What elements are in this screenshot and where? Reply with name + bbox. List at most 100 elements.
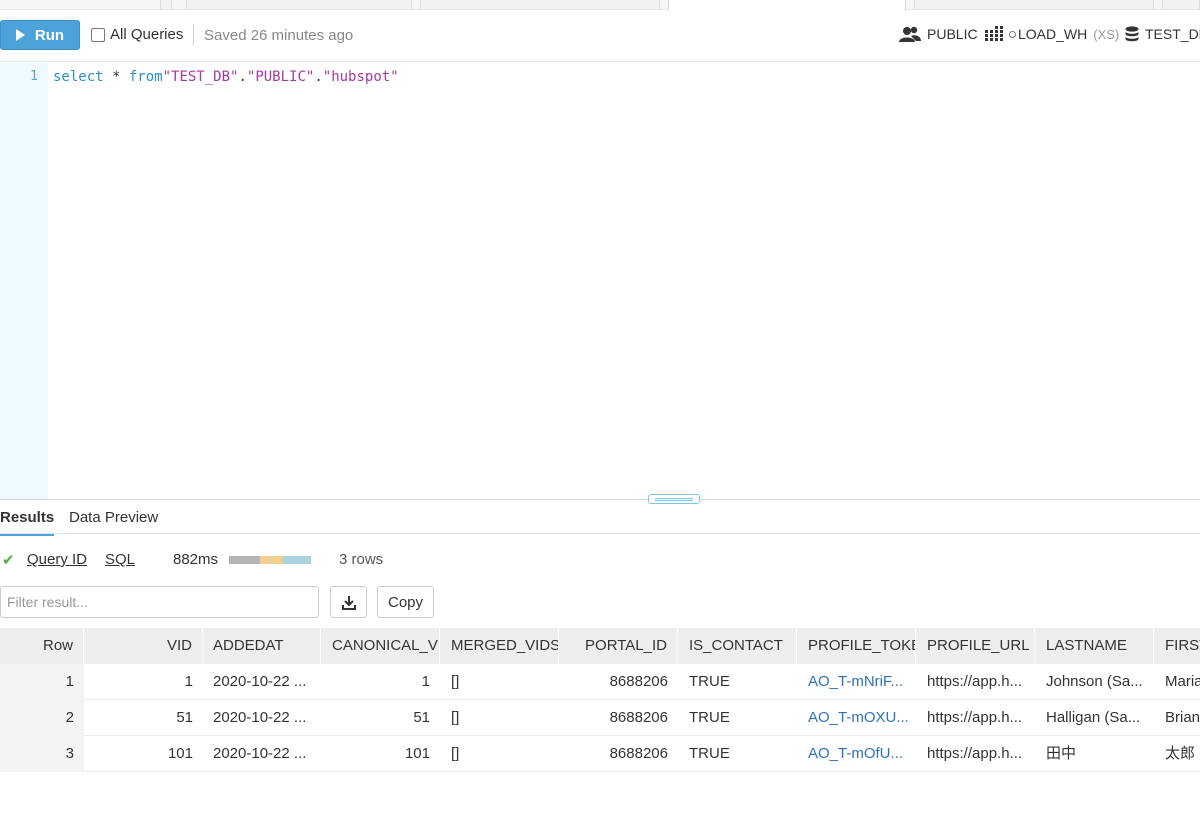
cell-first[interactable]: Maria xyxy=(1155,664,1200,700)
role-selector[interactable]: PUBLIC xyxy=(899,26,978,42)
column-header-is-contact[interactable]: IS_CONTACT xyxy=(679,628,797,664)
run-button[interactable]: Run xyxy=(0,20,80,50)
keyword-from: from xyxy=(128,69,163,85)
all-queries-label: All Queries xyxy=(110,26,184,43)
cell-row[interactable]: 2 xyxy=(0,700,84,736)
cell-profile-token[interactable]: AO_T-mNriF... xyxy=(798,664,916,700)
all-queries-toggle[interactable]: All Queries xyxy=(91,26,183,43)
tab-data-preview[interactable]: Data Preview xyxy=(69,509,158,526)
dot-separator: . xyxy=(238,69,247,85)
column-header-profile-url[interactable]: PROFILE_URL xyxy=(917,628,1035,664)
cell-lastname[interactable]: Halligan (Sa... xyxy=(1036,700,1154,736)
duration-bar-segment xyxy=(260,556,283,564)
download-button[interactable] xyxy=(330,586,367,618)
worksheet-tab[interactable] xyxy=(186,0,412,9)
duration-bar-segment xyxy=(229,556,260,564)
table-row[interactable]: 2 51 2020-10-22 ... 51[] 8688206 TRUE AO_T-mOX… xyxy=(0,700,1200,736)
cell-portal-id[interactable]: 8688206 xyxy=(560,736,678,772)
cell-addedat[interactable]: 2020-10-22 ... xyxy=(203,736,321,772)
cell-vid[interactable]: 101 xyxy=(85,736,203,772)
database-label: TEST_DE xyxy=(1145,26,1200,42)
cell-vid[interactable]: 1 xyxy=(85,664,203,700)
code-line[interactable]: select * from"TEST_DB"."PUBLIC"."hubspot… xyxy=(53,69,399,85)
cell-merged-vids[interactable]: [] xyxy=(441,700,559,736)
worksheet-tab-strip xyxy=(0,0,1200,11)
cell-portal-id[interactable]: 8688206 xyxy=(560,664,678,700)
cell-portal-id[interactable]: 8688206 xyxy=(560,700,678,736)
database-selector[interactable]: TEST_DE xyxy=(1125,26,1200,42)
keyword-select: select xyxy=(53,69,104,85)
play-icon xyxy=(15,29,25,41)
database-icon xyxy=(1125,26,1139,42)
cell-profile-url[interactable]: https://app.h... xyxy=(917,664,1035,700)
cell-profile-url[interactable]: https://app.h... xyxy=(917,700,1035,736)
column-header-vid[interactable]: VID xyxy=(85,628,203,664)
column-header-canonical-vid[interactable]: CANONICAL_VID xyxy=(322,628,440,664)
row-count: 3 rows xyxy=(339,551,384,568)
column-header-row[interactable]: Row xyxy=(0,628,84,664)
cell-lastname[interactable]: Johnson (Sa... xyxy=(1036,664,1154,700)
cell-first[interactable]: Brian xyxy=(1155,700,1200,736)
users-icon xyxy=(899,26,921,42)
run-button-label: Run xyxy=(34,26,65,44)
worksheet-tab[interactable] xyxy=(420,0,660,9)
cell-profile-token[interactable]: AO_T-mOXU... xyxy=(798,700,916,736)
sql-editor[interactable]: 1 select * from"TEST_DB"."PUBLIC"."hubsp… xyxy=(0,63,1200,499)
filter-result-input[interactable] xyxy=(0,586,319,618)
worksheet-tab[interactable] xyxy=(160,0,172,9)
star-operator: * xyxy=(103,69,129,85)
toolbar-divider xyxy=(193,24,194,46)
cell-addedat[interactable]: 2020-10-22 ... xyxy=(203,700,321,736)
cell-row[interactable]: 1 xyxy=(0,664,84,700)
warehouse-size: (XS) xyxy=(1093,26,1120,42)
cell-merged-vids[interactable]: [] xyxy=(441,664,559,700)
cell-is-contact[interactable]: TRUE xyxy=(679,700,797,736)
download-icon xyxy=(341,595,356,610)
cell-addedat[interactable]: 2020-10-22 ... xyxy=(203,664,321,700)
table-row[interactable]: 1 1 2020-10-22 ... 1[] 8688206 TRUE AO_T-mNriF… xyxy=(0,664,1200,700)
warehouse-selector[interactable]: LOAD_WH (XS) xyxy=(985,26,1119,42)
schema-identifier: "PUBLIC" xyxy=(246,69,315,85)
role-label: PUBLIC xyxy=(927,26,978,42)
column-header-merged-vids[interactable]: MERGED_VIDS xyxy=(441,628,559,664)
column-header-first[interactable]: FIRST xyxy=(1155,628,1200,664)
cell-is-contact[interactable]: TRUE xyxy=(679,736,797,772)
query-id-link[interactable]: Query ID xyxy=(27,551,87,568)
cell-canonical-vid[interactable]: 51 xyxy=(322,700,440,736)
copy-button[interactable]: Copy xyxy=(377,586,434,618)
cell-merged-vids[interactable]: [] xyxy=(441,736,559,772)
all-queries-checkbox[interactable] xyxy=(91,27,105,42)
cell-profile-token[interactable]: AO_T-mOfU... xyxy=(798,736,916,772)
cell-profile-url[interactable]: https://app.h... xyxy=(917,736,1035,772)
database-identifier: "TEST_DB" xyxy=(162,69,239,85)
table-header: RowVIDADDEDATCANONICAL_VIDMERGED_VIDSPOR… xyxy=(0,628,1200,664)
worksheet-tab[interactable] xyxy=(914,0,1154,9)
line-gutter: 1 xyxy=(0,63,48,499)
query-status: ✔ Query ID SQL 882ms 3 rows xyxy=(0,550,1200,570)
cell-vid[interactable]: 51 xyxy=(85,700,203,736)
line-number: 1 xyxy=(30,69,38,84)
cell-row[interactable]: 3 xyxy=(0,736,84,772)
duration-bar xyxy=(229,556,311,564)
saved-status: Saved 26 minutes ago xyxy=(204,27,354,44)
table-row[interactable]: 3 101 2020-10-22 ... 101[] 8688206 TRUE AO_T-m… xyxy=(0,736,1200,772)
tab-results[interactable]: Results xyxy=(0,509,55,536)
column-header-portal-id[interactable]: PORTAL_ID xyxy=(560,628,678,664)
cell-canonical-vid[interactable]: 101 xyxy=(322,736,440,772)
worksheet-tab[interactable] xyxy=(1162,0,1200,9)
toolbar: Run All Queries Saved 26 minutes ago PUB… xyxy=(0,10,1200,62)
dot-separator: . xyxy=(314,69,323,85)
table-identifier: "hubspot" xyxy=(322,69,399,85)
column-header-lastname[interactable]: LASTNAME xyxy=(1036,628,1154,664)
cell-canonical-vid[interactable]: 1 xyxy=(322,664,440,700)
cell-first[interactable]: 太郎 xyxy=(1155,736,1200,772)
column-header-addedat[interactable]: ADDEDAT xyxy=(203,628,321,664)
success-check-icon: ✔ xyxy=(2,552,15,569)
query-duration: 882ms xyxy=(173,551,219,568)
cell-is-contact[interactable]: TRUE xyxy=(679,664,797,700)
column-header-profile-token[interactable]: PROFILE_TOKEN xyxy=(798,628,916,664)
warehouse-label: LOAD_WH xyxy=(1018,26,1088,42)
sql-link[interactable]: SQL xyxy=(105,551,135,568)
warehouse-grid-icon xyxy=(985,26,1003,41)
cell-lastname[interactable]: 田中 xyxy=(1036,736,1154,772)
